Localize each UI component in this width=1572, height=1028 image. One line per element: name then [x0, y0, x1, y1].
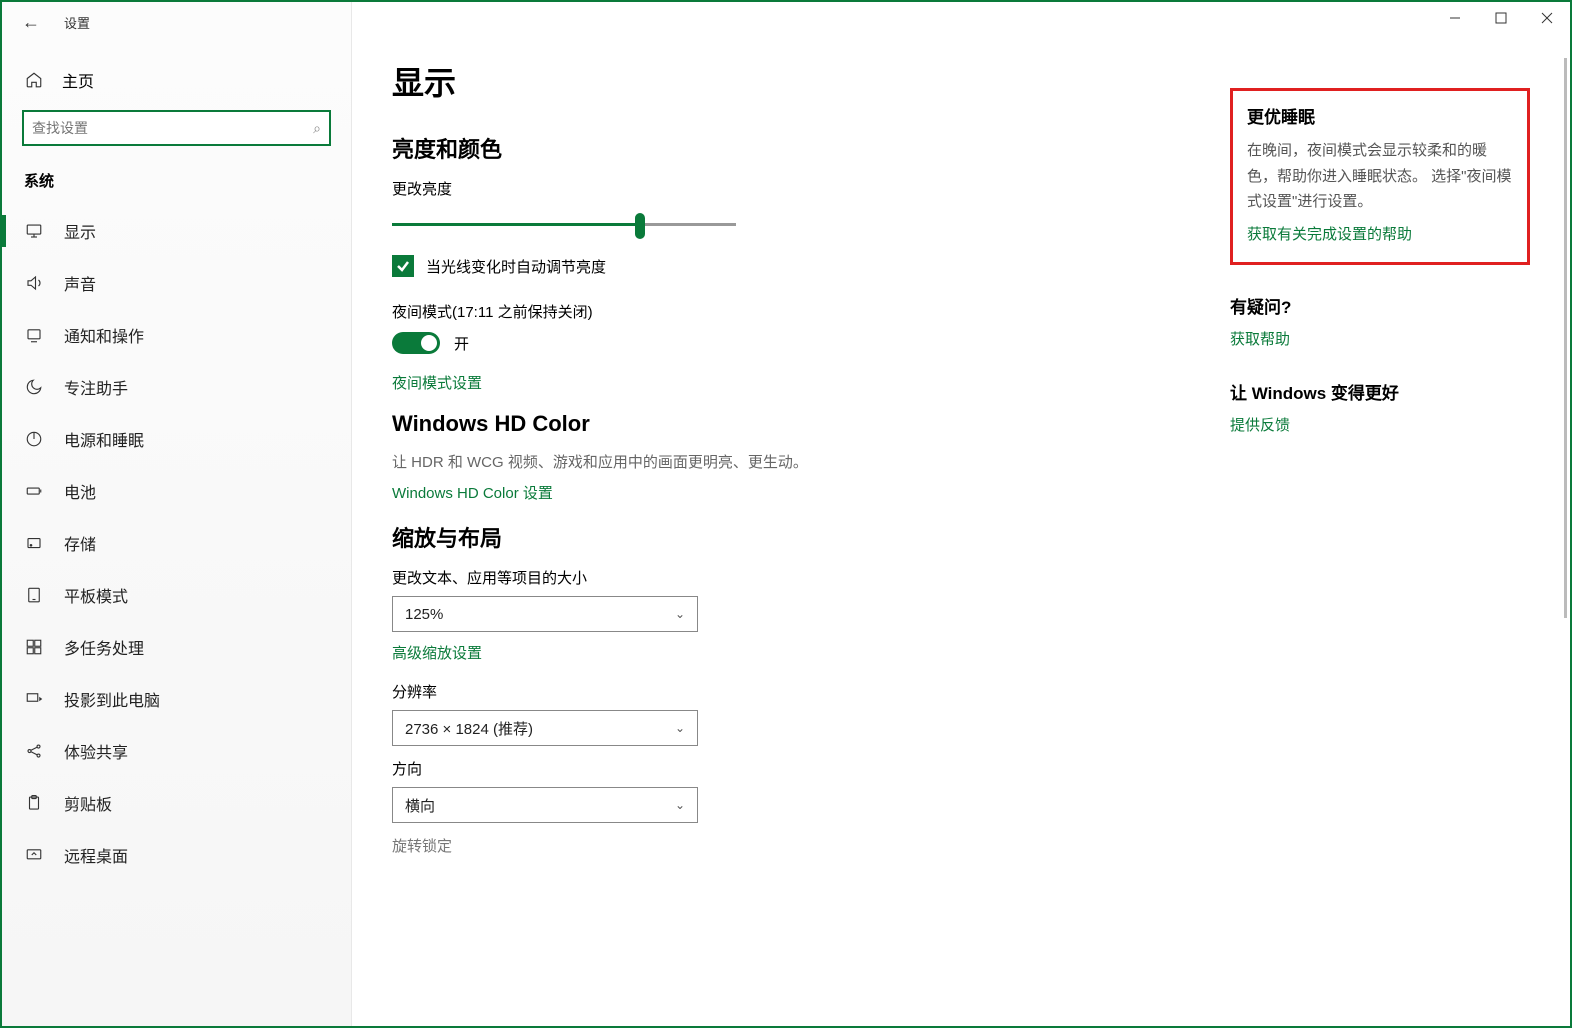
night-mode-settings-link[interactable]: 夜间模式设置: [392, 372, 1072, 393]
sound-icon: [24, 273, 44, 293]
sidebar-item-notify[interactable]: 通知和操作: [2, 309, 351, 361]
aside-panel: 更优睡眠 在晚间，夜间模式会显示较柔和的暖色，帮助你进入睡眠状态。 选择"夜间模…: [1230, 88, 1530, 465]
help-link[interactable]: 获取帮助: [1230, 328, 1530, 349]
clipboard-icon: [24, 793, 44, 813]
page-title: 显示: [392, 58, 1072, 104]
search-input[interactable]: [32, 120, 313, 136]
remote-icon: [24, 845, 44, 865]
orientation-label: 方向: [392, 758, 1072, 779]
resolution-label: 分辨率: [392, 681, 1072, 702]
sidebar-item-sound[interactable]: 声音: [2, 257, 351, 309]
sidebar-item-label: 专注助手: [64, 375, 128, 399]
sidebar-item-label: 多任务处理: [64, 635, 144, 659]
storage-icon: [24, 533, 44, 553]
sidebar-item-label: 显示: [64, 219, 96, 243]
chevron-down-icon: ⌄: [675, 607, 685, 621]
resolution-value: 2736 × 1824 (推荐): [405, 718, 533, 739]
sidebar-item-monitor[interactable]: 显示: [2, 205, 351, 257]
sidebar-item-label: 通知和操作: [64, 323, 144, 347]
sidebar-item-label: 剪贴板: [64, 791, 112, 815]
home-link[interactable]: 主页: [2, 58, 351, 110]
sidebar-item-storage[interactable]: 存储: [2, 517, 351, 569]
battery-icon: [24, 481, 44, 501]
sidebar-item-moon[interactable]: 专注助手: [2, 361, 351, 413]
hd-section-title: Windows HD Color: [392, 411, 1072, 437]
text-size-dropdown[interactable]: 125% ⌄: [392, 596, 698, 632]
hd-settings-link[interactable]: Windows HD Color 设置: [392, 482, 1072, 503]
moon-icon: [24, 377, 44, 397]
close-button[interactable]: [1524, 2, 1570, 34]
night-mode-label: 夜间模式(17:11 之前保持关闭): [392, 301, 1072, 322]
home-label: 主页: [62, 68, 94, 92]
home-icon: [24, 70, 44, 90]
feedback-link[interactable]: 提供反馈: [1230, 414, 1530, 435]
sidebar: 主页 ⌕ 系统 显示声音通知和操作专注助手电源和睡眠电池存储平板模式多任务处理投…: [2, 2, 352, 1026]
sidebar-item-label: 平板模式: [64, 583, 128, 607]
night-mode-toggle-label: 开: [454, 333, 469, 354]
sidebar-item-label: 存储: [64, 531, 96, 555]
scrollbar[interactable]: [1564, 58, 1567, 618]
titlebar: ← 设置: [2, 2, 1570, 42]
text-size-value: 125%: [405, 606, 443, 623]
night-mode-toggle[interactable]: [392, 332, 440, 354]
multitask-icon: [24, 637, 44, 657]
maximize-button[interactable]: [1478, 2, 1524, 34]
brightness-label: 更改亮度: [392, 178, 1072, 199]
chevron-down-icon: ⌄: [675, 721, 685, 735]
chevron-down-icon: ⌄: [675, 798, 685, 812]
sidebar-item-label: 声音: [64, 271, 96, 295]
sidebar-item-label: 电池: [64, 479, 96, 503]
text-size-label: 更改文本、应用等项目的大小: [392, 567, 1072, 588]
share-icon: [24, 741, 44, 761]
category-label: 系统: [2, 170, 351, 205]
nav-list: 显示声音通知和操作专注助手电源和睡眠电池存储平板模式多任务处理投影到此电脑体验共…: [2, 205, 351, 1026]
sidebar-item-power[interactable]: 电源和睡眠: [2, 413, 351, 465]
hd-description: 让 HDR 和 WCG 视频、游戏和应用中的画面更明亮、更生动。: [392, 451, 1072, 472]
sleep-tip-box: 更优睡眠 在晚间，夜间模式会显示较柔和的暖色，帮助你进入睡眠状态。 选择"夜间模…: [1230, 88, 1530, 265]
feedback-title: 让 Windows 变得更好: [1230, 379, 1530, 404]
tablet-icon: [24, 585, 44, 605]
scale-section-title: 缩放与布局: [392, 521, 1072, 553]
brightness-section-title: 亮度和颜色: [392, 132, 1072, 164]
back-button[interactable]: ←: [22, 12, 40, 33]
sleep-tip-title: 更优睡眠: [1247, 103, 1513, 128]
brightness-slider[interactable]: [392, 213, 736, 237]
monitor-icon: [24, 221, 44, 241]
notify-icon: [24, 325, 44, 345]
sidebar-item-share[interactable]: 体验共享: [2, 725, 351, 777]
sidebar-item-remote[interactable]: 远程桌面: [2, 829, 351, 881]
sleep-tip-link[interactable]: 获取有关完成设置的帮助: [1247, 223, 1513, 244]
auto-brightness-checkbox[interactable]: 当光线变化时自动调节亮度: [392, 255, 1072, 277]
sidebar-item-label: 体验共享: [64, 739, 128, 763]
sleep-tip-desc: 在晚间，夜间模式会显示较柔和的暖色，帮助你进入睡眠状态。 选择"夜间模式设置"进…: [1247, 138, 1513, 215]
resolution-dropdown[interactable]: 2736 × 1824 (推荐) ⌄: [392, 710, 698, 746]
orientation-value: 横向: [405, 795, 435, 816]
window-title: 设置: [64, 13, 90, 32]
search-icon: ⌕: [313, 120, 321, 137]
auto-brightness-label: 当光线变化时自动调节亮度: [426, 256, 606, 277]
content-area: 显示 亮度和颜色 更改亮度 当光线变化时自动调节亮度 夜间模式(17:11 之前…: [352, 2, 1570, 1026]
search-box[interactable]: ⌕: [22, 110, 331, 146]
advanced-scale-link[interactable]: 高级缩放设置: [392, 642, 1072, 663]
sidebar-item-label: 投影到此电脑: [64, 687, 160, 711]
help-title: 有疑问?: [1230, 293, 1530, 318]
orientation-dropdown[interactable]: 横向 ⌄: [392, 787, 698, 823]
sidebar-item-battery[interactable]: 电池: [2, 465, 351, 517]
sidebar-item-tablet[interactable]: 平板模式: [2, 569, 351, 621]
minimize-button[interactable]: [1432, 2, 1478, 34]
power-icon: [24, 429, 44, 449]
project-icon: [24, 689, 44, 709]
sidebar-item-project[interactable]: 投影到此电脑: [2, 673, 351, 725]
sidebar-item-clipboard[interactable]: 剪贴板: [2, 777, 351, 829]
checkbox-checked-icon: [392, 255, 414, 277]
sidebar-item-label: 电源和睡眠: [64, 427, 144, 451]
sidebar-item-label: 远程桌面: [64, 843, 128, 867]
rotation-lock-label: 旋转锁定: [392, 835, 1072, 856]
sidebar-item-multitask[interactable]: 多任务处理: [2, 621, 351, 673]
